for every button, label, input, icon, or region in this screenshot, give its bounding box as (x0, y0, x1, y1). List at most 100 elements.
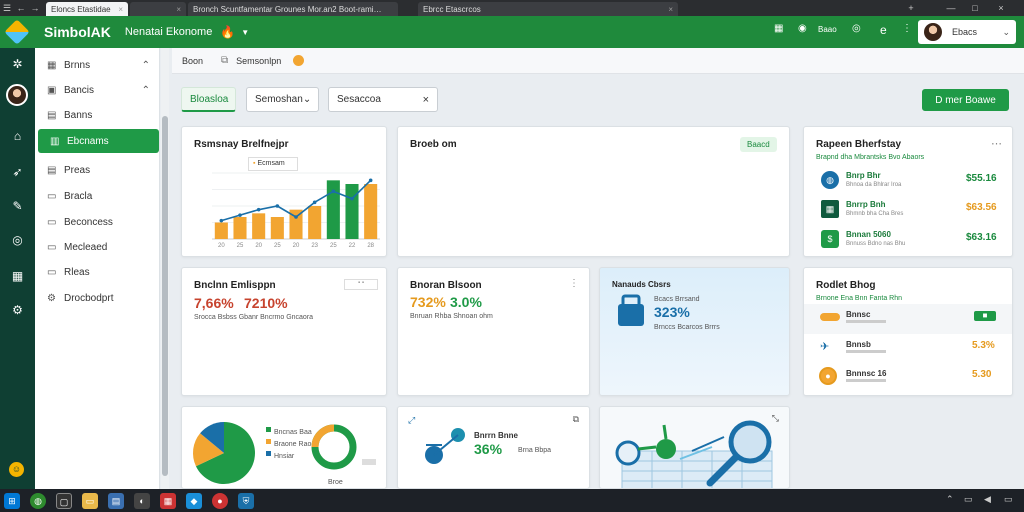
row-value: $63.56 (966, 202, 997, 213)
performance-chart: 20 25 20 25 20 23 25 22 28 (212, 172, 380, 249)
clock-icon[interactable]: ◉ (798, 23, 807, 34)
tab-label: Bronch Scuntfamentar Grounes Mor.an2 Boo… (193, 4, 383, 14)
sidebar-item-1[interactable]: ▦ Brnns ⌃ (35, 53, 160, 77)
row-bar (846, 320, 886, 323)
close-icon[interactable]: × (172, 5, 181, 14)
close-window-icon[interactable]: × (990, 0, 1012, 16)
back-icon[interactable]: ← (14, 0, 28, 16)
close-icon[interactable]: × (114, 5, 123, 14)
breadcrumb-item[interactable]: Boon (182, 56, 203, 66)
maximize-icon[interactable]: □ (964, 0, 986, 16)
forward-icon[interactable]: → (28, 0, 42, 16)
volume-icon[interactable]: ◀ (984, 494, 991, 505)
sidebar-item-9[interactable]: ▭ Rleas (35, 260, 160, 284)
calendar-icon[interactable]: ▦ (9, 268, 26, 285)
card-insights: ⤢ ⧉ Bnrrn Bnne 36% Brna Bbpa (397, 406, 590, 489)
plane-icon: ✈ (820, 341, 830, 353)
card-title: Rodlet Bhog (816, 280, 876, 291)
dropdown-value: Semoshan (255, 94, 303, 105)
taskview-icon[interactable]: ▢ (56, 492, 72, 509)
legend-swatch (266, 451, 271, 456)
app-window: ☰ ← → Eloncs Etastidae × × Bronch Scuntfa… (0, 0, 1024, 512)
browser-tab-2[interactable]: Bronch Scuntfamentar Grounes Mor.an2 Boo… (188, 2, 398, 16)
more-icon[interactable]: ⋯ (991, 137, 1002, 150)
card-performance: Rsmsnay Brelfnejpr ▪ Ecmsam 20 25 20 25 20 23… (181, 126, 387, 257)
user-menu[interactable]: Ebacs ⌄ (918, 20, 1016, 44)
copy-icon[interactable]: ⧉ (221, 55, 228, 66)
bar (214, 222, 228, 239)
row-label: Bnrp Bhr (846, 171, 881, 180)
chevron-up-icon: ⌃ (141, 84, 150, 96)
more-icon[interactable]: ⋮ (902, 23, 912, 34)
bar (270, 217, 284, 239)
home-icon[interactable]: ⌂ (9, 128, 26, 145)
tab-active[interactable]: Bloasloa (181, 87, 236, 112)
app-icon[interactable]: ◐ (134, 492, 150, 509)
legend-item: Hnsiar (274, 453, 295, 460)
sidebar-item-3[interactable]: ▤ Banns (35, 103, 160, 127)
x-tick-label: 25 (274, 243, 281, 249)
network-icon[interactable]: ▭ (964, 494, 973, 505)
sidebar-item-7[interactable]: ▭ Beconcess (35, 210, 160, 234)
card-balance: Bnoran Blsoon ⋮ 732% 3.0% Bnruan Rhba Sh… (397, 267, 590, 396)
chevron-down-icon[interactable]: ▼ (241, 28, 249, 37)
browser-tab-1[interactable]: Eloncs Etastidae × (46, 2, 128, 16)
start-icon[interactable]: ⊞ (4, 492, 20, 509)
browser-tab-blank[interactable]: × (130, 2, 186, 16)
pen-icon[interactable]: ✎ (9, 198, 26, 215)
new-tab-icon[interactable]: + (900, 0, 922, 16)
breadcrumb-item[interactable]: Semsonlpn (236, 56, 281, 66)
button-label: D mer Boawe (935, 94, 996, 106)
scrollbar-thumb[interactable] (162, 116, 168, 476)
store-icon[interactable]: ◆ (186, 492, 202, 509)
shield-icon[interactable]: ⛨ (238, 492, 254, 509)
grid-icon: ▦ (47, 59, 57, 71)
rocket-icon[interactable]: ➶ (9, 164, 26, 181)
file-icon: ▭ (47, 190, 57, 202)
sidebar-item-label: Drocbodprt (64, 292, 114, 304)
settings-icon[interactable]: ◎ (852, 23, 861, 34)
folder-icon: ▭ (47, 266, 57, 278)
sidebar-item-10[interactable]: ⚙ Drocbodprt (35, 286, 160, 310)
clear-icon[interactable]: × (423, 94, 429, 106)
sidebar-item-6[interactable]: ▭ Bracla (35, 184, 160, 208)
app-name: Nenatai Ekonome (124, 26, 213, 38)
search-input[interactable]: Sesaccoa × (328, 87, 438, 112)
sidebar-scrollbar[interactable] (161, 48, 169, 489)
status-badge[interactable]: ◼ (974, 311, 996, 321)
sidebar-item-2[interactable]: ▣ Bancis ⌃ (35, 78, 160, 102)
gear-icon[interactable]: ⚙ (9, 302, 26, 319)
folder-icon[interactable]: ▭ (82, 492, 98, 509)
chart-caption: Broe (328, 479, 343, 486)
photos-icon[interactable]: ▦ (160, 492, 176, 509)
ring-icon[interactable]: ◎ (9, 232, 26, 249)
app-icon[interactable]: ▤ (108, 492, 124, 509)
browser-menu-icon[interactable]: ☰ (0, 0, 14, 16)
flame-icon: 🔥 (220, 25, 236, 39)
media-icon[interactable]: ● (212, 492, 228, 509)
card-distribution: Bncnas Baa Braone Rao Hnsiar Broe (181, 406, 387, 489)
row-label: Bnrrp Bnh (846, 200, 886, 209)
overview-chart: 2020202020202020202020202020 (398, 127, 790, 257)
tray-icon[interactable]: ⌃ (946, 494, 954, 505)
edge-icon[interactable]: e (880, 23, 887, 37)
sidebar-item-4[interactable]: ▥ Ebcnams (38, 129, 159, 153)
sidebar-item-8[interactable]: ▭ Mecleaed (35, 235, 160, 259)
sidebar-item-5[interactable]: ▤ Preas (35, 158, 160, 182)
row-label: Bnnnsc 16 (846, 369, 887, 378)
profile-avatar[interactable] (6, 84, 28, 106)
close-icon[interactable]: × (664, 5, 673, 14)
row-label: Bnnsc (846, 310, 871, 319)
minimize-icon[interactable]: — (940, 0, 962, 16)
label-icon[interactable]: Baao (818, 25, 837, 34)
x-tick-label: 23 (311, 243, 318, 249)
notification-icon[interactable]: ▭ (1004, 494, 1013, 505)
emoji-icon[interactable]: ☺ (9, 462, 24, 477)
browser-tab-3[interactable]: Ebrcc Etascrcos × (418, 2, 678, 16)
primary-action-button[interactable]: D mer Boawe (922, 89, 1009, 111)
user-avatar (924, 23, 942, 41)
filter-dropdown[interactable]: Semoshan ⌄ (246, 87, 319, 112)
browser-icon[interactable]: ◍ (30, 492, 46, 509)
plant-icon[interactable]: ✲ (9, 56, 26, 73)
calendar-icon[interactable]: ▦ (774, 23, 783, 34)
